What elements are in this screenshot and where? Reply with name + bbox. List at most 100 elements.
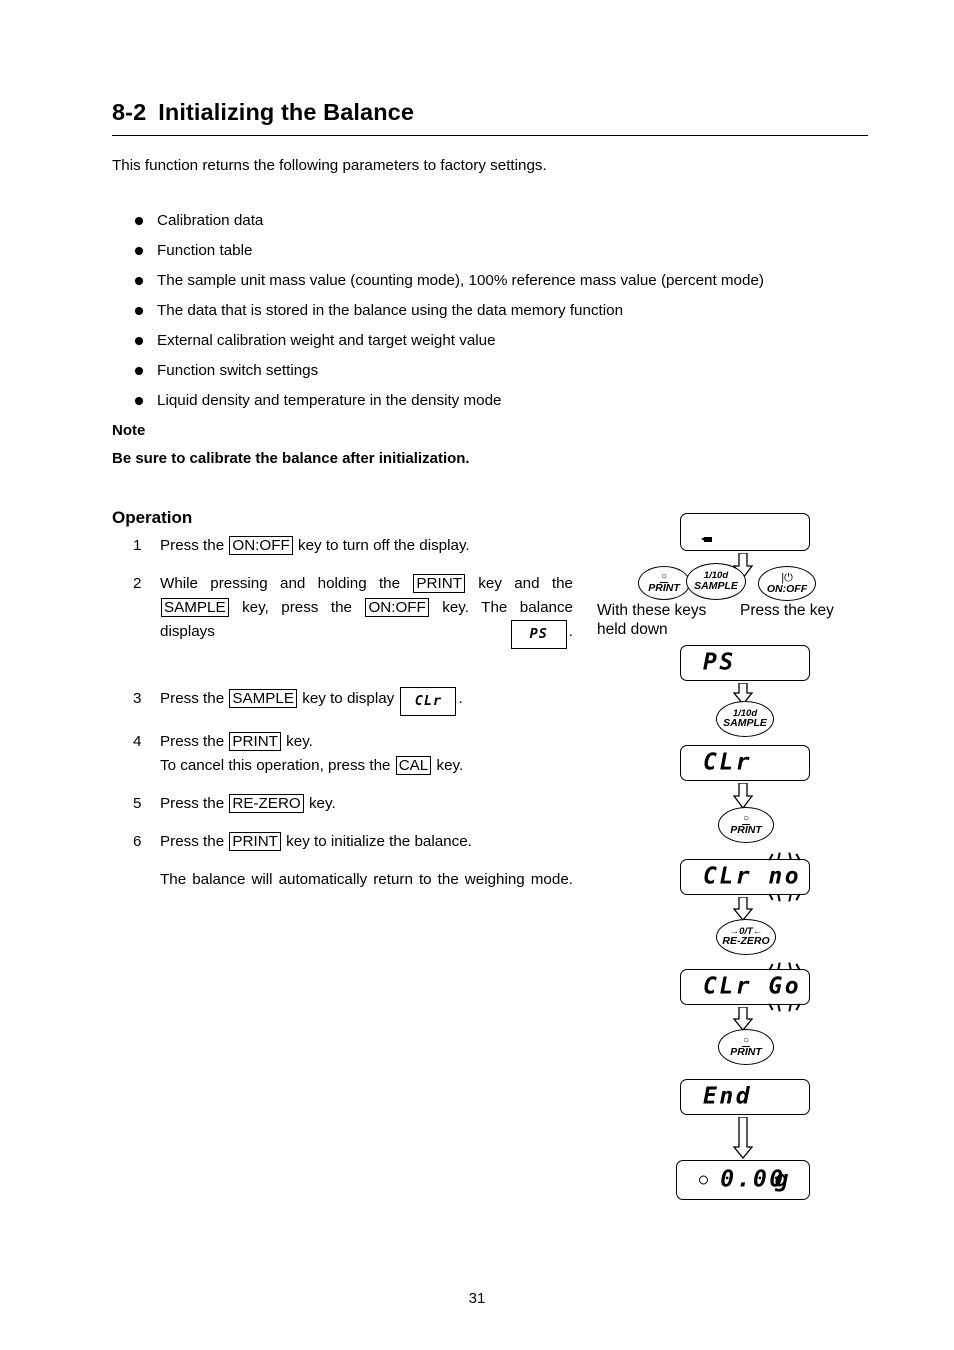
list-item: The data that is stored in the balance u…: [133, 301, 873, 320]
list-item: External calibration weight and target w…: [133, 331, 873, 350]
step-text: To cancel this operation, press the: [160, 757, 395, 775]
key-label: ON:OFF: [766, 582, 808, 595]
step-text: key to display: [298, 690, 399, 708]
list-item-label: Calibration data: [157, 212, 264, 229]
key-label: RE-ZERO: [722, 935, 770, 948]
key-button-sample[interactable]: 1/10d SAMPLE: [716, 701, 774, 739]
bullet-icon: [135, 367, 143, 375]
section-title: Initializing the Balance: [158, 99, 414, 125]
key-onoff: ON:OFF: [229, 536, 293, 556]
step-text: Press the: [160, 690, 229, 708]
operation-step-6: 6 Press the PRINT key to initialize the …: [133, 830, 573, 916]
operation-step-5: 5 Press the RE-ZERO key.: [133, 792, 573, 816]
arrow-down-icon: [731, 1117, 755, 1159]
bullet-icon: [135, 397, 143, 405]
key-button-print[interactable]: ○ PRINT: [718, 807, 774, 845]
key-print: PRINT: [229, 832, 281, 852]
standby-indicator-icon: [701, 537, 712, 542]
step-number: 3: [133, 690, 142, 708]
key-button-onoff[interactable]: |⏻ ON:OFF: [758, 566, 816, 603]
key-label: PRINT: [730, 1045, 762, 1058]
display-value: End: [703, 1083, 753, 1110]
display-standby: [680, 513, 810, 551]
display-value: PS: [703, 649, 736, 676]
key-button-sample[interactable]: 1/10d SAMPLE: [686, 563, 746, 602]
step-text: Press the: [160, 833, 229, 851]
operation-steps: 1 Press the ON:OFF key to turn off the d…: [133, 534, 573, 930]
blinking-value: no: [768, 852, 801, 902]
key-button-print[interactable]: ○ PRINT: [638, 566, 690, 602]
key-print: PRINT: [413, 574, 465, 594]
key-label: PRINT: [730, 823, 762, 836]
arrow-down-icon: [731, 783, 755, 809]
bullet-icon: [135, 337, 143, 345]
page-heading: 8-2 Initializing the Balance: [112, 99, 868, 136]
step-text: .: [458, 690, 463, 708]
step-text: key to turn off the display.: [293, 537, 470, 554]
display-end: End: [680, 1079, 810, 1115]
list-item: Calibration data: [133, 211, 873, 230]
key-sample: SAMPLE: [161, 598, 229, 618]
step-text: Press the: [160, 537, 229, 554]
list-item-label: External calibration weight and target w…: [157, 332, 496, 349]
blink-rays-icon: [768, 852, 802, 862]
step-text: Press the: [160, 795, 229, 813]
display-ps: PS: [680, 645, 810, 681]
bullet-icon: [135, 277, 143, 285]
step-text: key, press the: [229, 599, 365, 617]
list-item-label: Function table: [157, 242, 253, 259]
step-text: key and the: [465, 575, 574, 593]
arrow-down-icon: [731, 1007, 755, 1031]
step-number: 4: [133, 733, 142, 751]
step-number: 5: [133, 795, 142, 813]
step-text: .: [568, 623, 573, 641]
list-item-label: Function switch settings: [157, 362, 319, 379]
bullet-icon: [135, 307, 143, 315]
display-chip-ps: PS: [510, 620, 567, 650]
operation-step-2: 2 While pressing and holding the PRINT k…: [133, 572, 573, 673]
key-label: PRINT: [648, 581, 680, 594]
display-value: 0.00: [720, 1166, 786, 1193]
display-chip-clr: CLr: [400, 687, 457, 717]
bullet-icon: [135, 247, 143, 255]
list-item-label: The data that is stored in the balance u…: [157, 302, 624, 319]
step-text: While pressing and holding the: [160, 575, 413, 593]
operation-step-4: 4 Press the PRINT key. To cancel this op…: [133, 730, 573, 778]
display-unit: g: [774, 1166, 791, 1193]
list-item-label: Liquid density and temperature in the de…: [157, 392, 502, 409]
key-button-rezero[interactable]: →0/T← RE-ZERO: [716, 919, 776, 957]
arrow-down-icon: [731, 897, 755, 921]
key-button-print[interactable]: ○ PRINT: [718, 1029, 774, 1067]
operation-heading: Operation: [112, 508, 193, 527]
bullet-icon: [135, 217, 143, 225]
step-text: Press the: [160, 733, 229, 751]
key-label: SAMPLE: [723, 717, 767, 730]
section-number: 8-2: [112, 99, 147, 125]
step-text: key.: [432, 757, 464, 775]
display-value: CLr Go: [703, 962, 801, 1012]
key-print: PRINT: [229, 732, 281, 752]
display-clr-no: CLr no: [680, 852, 810, 902]
page-title: 8-2 Initializing the Balance: [112, 99, 868, 135]
key-onoff: ON:OFF: [365, 598, 429, 618]
operation-step-3: 3 Press the SAMPLE key to display CLr.: [133, 687, 573, 717]
step-number: 6: [133, 833, 142, 851]
list-item: Function table: [133, 241, 873, 260]
display-value: CLr no: [703, 852, 801, 902]
press-key-caption: Press the key: [740, 602, 834, 619]
step-text: key.: [281, 733, 313, 751]
step-text: The balance will automatically return to…: [160, 871, 573, 889]
step-text: key to initialize the balance.: [281, 833, 472, 851]
step-number: 1: [133, 537, 142, 554]
list-item: Function switch settings: [133, 361, 873, 380]
list-item-label: The sample unit mass value (counting mod…: [157, 272, 764, 289]
key-sample: SAMPLE: [229, 689, 297, 709]
key-label: SAMPLE: [694, 579, 738, 592]
page-number: 31: [468, 1290, 486, 1307]
display-clr: CLr: [680, 745, 810, 781]
hold-keys-caption: With these keys held down: [597, 602, 707, 638]
list-item: Liquid density and temperature in the de…: [133, 391, 873, 410]
display-weighing: 0.00 g: [676, 1160, 810, 1200]
step-text: key.: [304, 795, 336, 813]
key-cal: CAL: [395, 756, 432, 776]
